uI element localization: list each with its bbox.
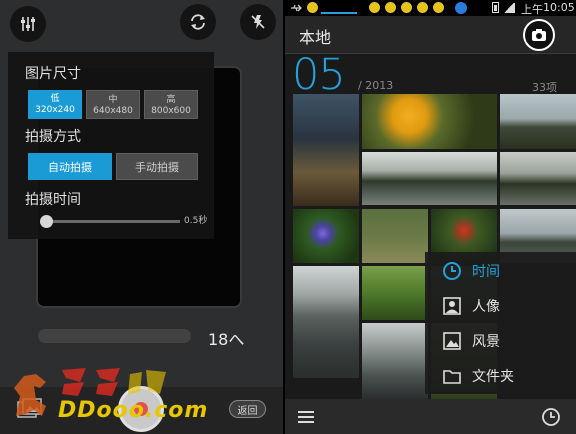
photo-thumbnail[interactable] bbox=[293, 94, 359, 206]
interval-title: 拍摄时间 bbox=[25, 192, 81, 208]
menu-item-folder-label: 文件夹 bbox=[472, 368, 514, 385]
menu-item-folder[interactable]: 文件夹 bbox=[425, 358, 576, 393]
signal-icon bbox=[503, 3, 515, 13]
manual-shoot-button[interactable]: 手动拍摄 bbox=[116, 153, 198, 180]
qq-icon bbox=[455, 2, 467, 14]
photo-thumbnail[interactable] bbox=[362, 266, 428, 320]
folder-icon bbox=[443, 370, 461, 384]
emoji-icon bbox=[417, 2, 428, 13]
size-option-medium[interactable]: 中 640x480 bbox=[86, 90, 140, 119]
emoji-icon bbox=[433, 2, 444, 13]
status-time-prefix: 上午 bbox=[521, 3, 543, 16]
gallery-header: 本地 bbox=[285, 16, 576, 54]
record-icon bbox=[134, 402, 148, 416]
camera-button[interactable] bbox=[523, 19, 555, 51]
menu-item-portrait[interactable]: 人像 bbox=[425, 288, 576, 323]
capture-progress-bar bbox=[38, 329, 191, 343]
auto-shoot-button[interactable]: 自动拍摄 bbox=[28, 153, 112, 180]
settings-panel: 图片尺寸 低 320x240 中 640x480 高 800x600 拍摄方式 … bbox=[8, 52, 214, 239]
menu-item-time-label: 时间 bbox=[472, 263, 500, 280]
size-option-high-name: 高 bbox=[166, 95, 176, 105]
gallery-bottom-bar bbox=[285, 399, 576, 434]
sort-menu: 时间 人像 风景 文件夹 bbox=[425, 252, 576, 394]
menu-item-landscape-label: 风景 bbox=[472, 333, 500, 350]
portrait-icon bbox=[443, 297, 461, 315]
landscape-icon bbox=[443, 332, 461, 350]
flash-off-icon bbox=[251, 15, 265, 29]
menu-item-portrait-label: 人像 bbox=[472, 298, 500, 315]
year-label: / 2013 bbox=[358, 79, 394, 92]
hamburger-icon bbox=[298, 411, 314, 423]
photo-thumbnail[interactable] bbox=[293, 266, 359, 378]
menu-button[interactable] bbox=[297, 409, 315, 425]
size-option-medium-name: 中 bbox=[108, 95, 118, 105]
emoji-icon bbox=[401, 2, 412, 13]
gallery-button[interactable] bbox=[17, 398, 43, 420]
clock-icon bbox=[443, 262, 461, 280]
photo-thumbnail[interactable] bbox=[362, 152, 497, 205]
status-time: 10:05 bbox=[543, 1, 575, 14]
switch-camera-icon bbox=[191, 14, 205, 30]
status-loading-bar bbox=[321, 12, 357, 14]
gallery-screen: 上午 10:05 本地 05 / 2013 33项 时间 人像 风景 文件夹 bbox=[285, 0, 576, 434]
clock-icon bbox=[542, 408, 560, 426]
page-title: 本地 bbox=[299, 28, 332, 47]
switch-camera-button[interactable] bbox=[180, 4, 216, 40]
size-option-high[interactable]: 高 800x600 bbox=[144, 90, 198, 119]
emoji-icon bbox=[369, 2, 380, 13]
interval-value: 0.5秒 bbox=[184, 216, 208, 226]
equalizer-button[interactable] bbox=[10, 6, 46, 42]
photo-thumbnail[interactable] bbox=[362, 209, 428, 263]
shot-counter: 18へ bbox=[208, 330, 245, 349]
mode-title: 拍摄方式 bbox=[25, 129, 81, 145]
battery-icon bbox=[492, 2, 499, 13]
photo-thumbnail[interactable] bbox=[500, 94, 576, 149]
size-option-low-res: 320x240 bbox=[35, 105, 75, 115]
item-count: 33项 bbox=[532, 81, 557, 94]
camera-icon bbox=[532, 29, 546, 41]
shutter-button[interactable] bbox=[118, 386, 164, 432]
gallery-icon bbox=[17, 398, 42, 418]
photo-thumbnail[interactable] bbox=[362, 323, 428, 399]
size-option-medium-res: 640x480 bbox=[93, 106, 133, 116]
interval-slider-thumb[interactable] bbox=[40, 215, 53, 228]
photo-thumbnail[interactable] bbox=[362, 94, 497, 149]
month-label: 05 bbox=[292, 50, 346, 100]
emoji-icon bbox=[307, 2, 318, 13]
status-bar: 上午 10:05 bbox=[285, 0, 576, 16]
time-filter-button[interactable] bbox=[541, 407, 561, 427]
equalizer-icon bbox=[21, 17, 35, 31]
menu-item-time[interactable]: 时间 bbox=[425, 253, 576, 288]
interval-slider-track[interactable] bbox=[46, 220, 180, 223]
size-option-high-res: 800x600 bbox=[151, 106, 191, 116]
size-option-low-name: 低 bbox=[50, 94, 60, 104]
size-option-low[interactable]: 低 320x240 bbox=[28, 90, 82, 119]
camera-screen: 图片尺寸 低 320x240 中 640x480 高 800x600 拍摄方式 … bbox=[0, 0, 283, 434]
menu-item-landscape[interactable]: 风景 bbox=[425, 323, 576, 358]
flash-toggle-button[interactable] bbox=[240, 4, 276, 40]
emoji-icon bbox=[385, 2, 396, 13]
back-button[interactable]: 返回 bbox=[229, 400, 266, 418]
photo-thumbnail[interactable] bbox=[500, 152, 576, 205]
photo-thumbnail[interactable] bbox=[293, 209, 359, 263]
usb-icon bbox=[291, 4, 302, 12]
size-title: 图片尺寸 bbox=[25, 66, 81, 82]
